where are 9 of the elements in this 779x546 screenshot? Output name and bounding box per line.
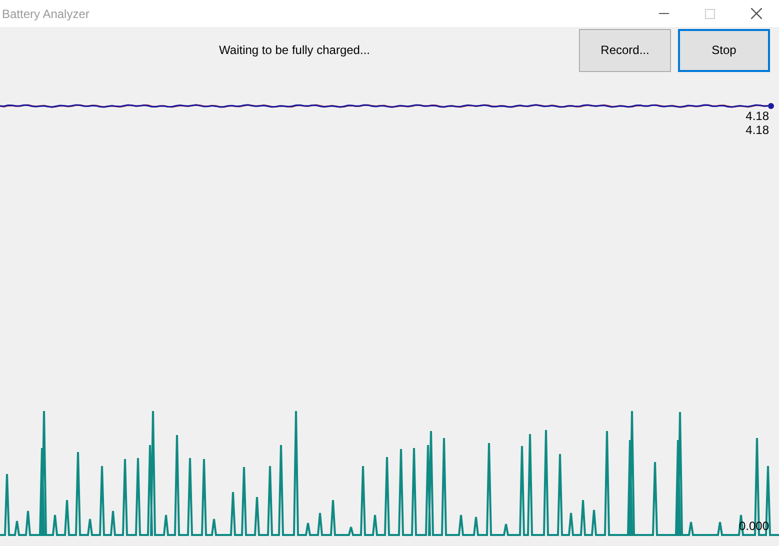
voltage-reading: 4.18 — [746, 109, 769, 123]
status-text: Waiting to be fully charged... — [219, 42, 370, 59]
action-button[interactable]: Stop — [678, 28, 770, 72]
voltage-reading: 4.18 — [746, 123, 769, 137]
minimize-icon — [659, 13, 669, 14]
close-icon — [750, 8, 762, 19]
action-button[interactable]: Record... — [579, 28, 671, 72]
window-title: Battery Analyzer — [1, 6, 90, 22]
maximize-icon — [705, 8, 715, 18]
